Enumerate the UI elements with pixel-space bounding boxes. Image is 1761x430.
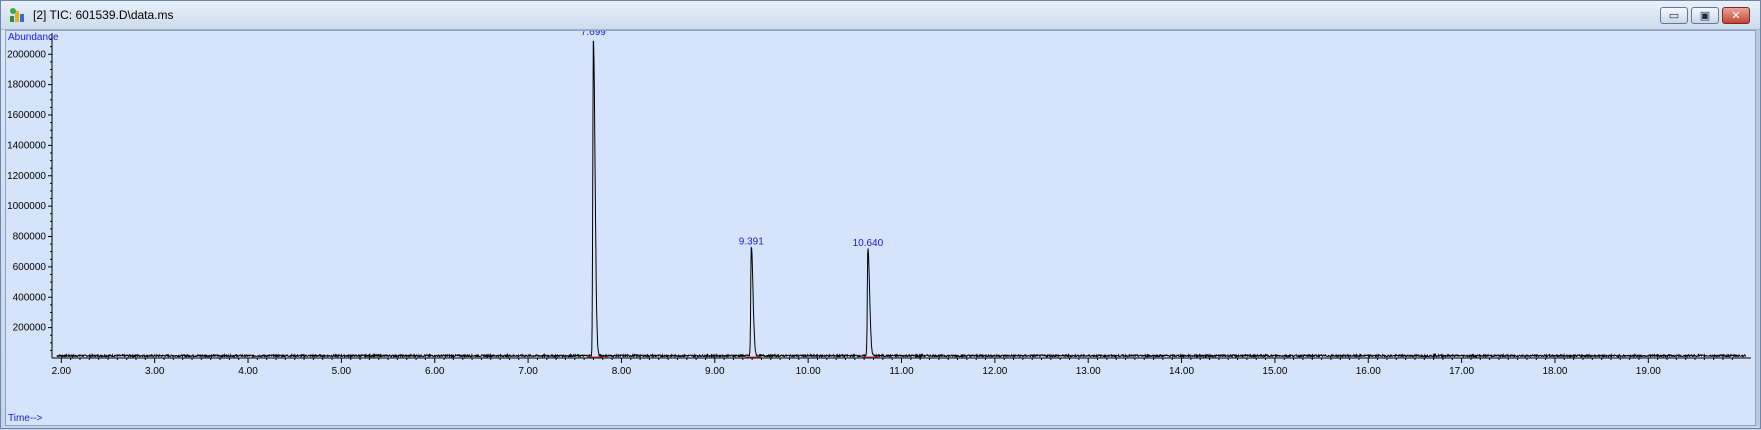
- close-icon: ✕: [1731, 9, 1741, 22]
- chromatogram-app-icon: [10, 8, 24, 22]
- y-tick-label: 800000: [13, 232, 47, 243]
- chromatogram-chart: Abundance Time--> 200000 400000 600000 8000…: [7, 27, 1751, 424]
- x-tick-label: 2.00: [52, 366, 72, 377]
- x-tick-label: 14.00: [1169, 366, 1194, 377]
- y-tick-label: 2000000: [7, 49, 46, 60]
- x-tick-label: 7.00: [518, 366, 538, 377]
- y-tick-label: 1200000: [7, 171, 46, 182]
- x-tick-label: 12.00: [982, 366, 1007, 377]
- x-tick-label: 8.00: [612, 366, 632, 377]
- peak-label: 9.391: [739, 237, 764, 248]
- minimize-icon: ▭: [1668, 9, 1680, 22]
- y-tick-label: 1400000: [7, 140, 46, 151]
- x-tick-label: 11.00: [889, 366, 914, 377]
- x-tick-label: 16.00: [1356, 366, 1381, 377]
- x-ticks: 2.00 3.00 4.00 5.00 6.00 7.00 8.00 9.00 10.00 11.…: [52, 358, 1733, 377]
- restore-icon: ▣: [1699, 9, 1711, 22]
- y-ticks: 200000 400000 600000 800000 1000000 1200000 14…: [7, 38, 52, 351]
- restore-button[interactable]: ▣: [1691, 7, 1719, 24]
- x-tick-label: 6.00: [425, 366, 445, 377]
- y-tick-label: 1000000: [7, 201, 46, 212]
- x-tick-label: 9.00: [705, 366, 725, 377]
- y-tick-label: 200000: [13, 323, 47, 334]
- tic-series-line: [56, 40, 1747, 359]
- tic-trace: [56, 40, 1747, 359]
- x-tick-label: 17.00: [1449, 366, 1474, 377]
- y-tick-label: 400000: [13, 292, 47, 303]
- y-tick-label: 1800000: [7, 80, 46, 91]
- peak-label: 10.640: [853, 238, 884, 249]
- y-tick-label: 600000: [13, 262, 47, 273]
- x-tick-label: 4.00: [238, 366, 258, 377]
- x-tick-label: 18.00: [1542, 366, 1567, 377]
- peak-label: 7.699: [581, 31, 606, 38]
- chromatogram-window: [2] TIC: 601539.D\data.ms ▭ ▣ ✕ Abundanc…: [0, 0, 1761, 429]
- y-axis-label: Abundance: [8, 32, 59, 43]
- axes: [51, 33, 1751, 359]
- y-tick-label: 1600000: [7, 110, 46, 121]
- x-tick-label: 10.00: [796, 366, 821, 377]
- x-tick-label: 15.00: [1262, 366, 1287, 377]
- chromatogram-plot[interactable]: Abundance Time--> 200000 400000 600000 8000…: [5, 27, 1756, 426]
- title-bar[interactable]: [2] TIC: 601539.D\data.ms ▭ ▣ ✕: [1, 1, 1760, 30]
- peak-labels: 7.699 9.391 10.640: [581, 27, 884, 358]
- x-tick-label: 13.00: [1076, 366, 1101, 377]
- window-title: [2] TIC: 601539.D\data.ms: [33, 8, 174, 22]
- x-tick-label: 5.00: [332, 366, 352, 377]
- minimize-button[interactable]: ▭: [1660, 7, 1688, 24]
- close-button[interactable]: ✕: [1722, 7, 1750, 24]
- x-tick-label: 19.00: [1636, 366, 1661, 377]
- scrollbar-edge[interactable]: [1756, 30, 1760, 426]
- x-axis-label: Time-->: [8, 413, 43, 424]
- x-tick-label: 3.00: [145, 366, 165, 377]
